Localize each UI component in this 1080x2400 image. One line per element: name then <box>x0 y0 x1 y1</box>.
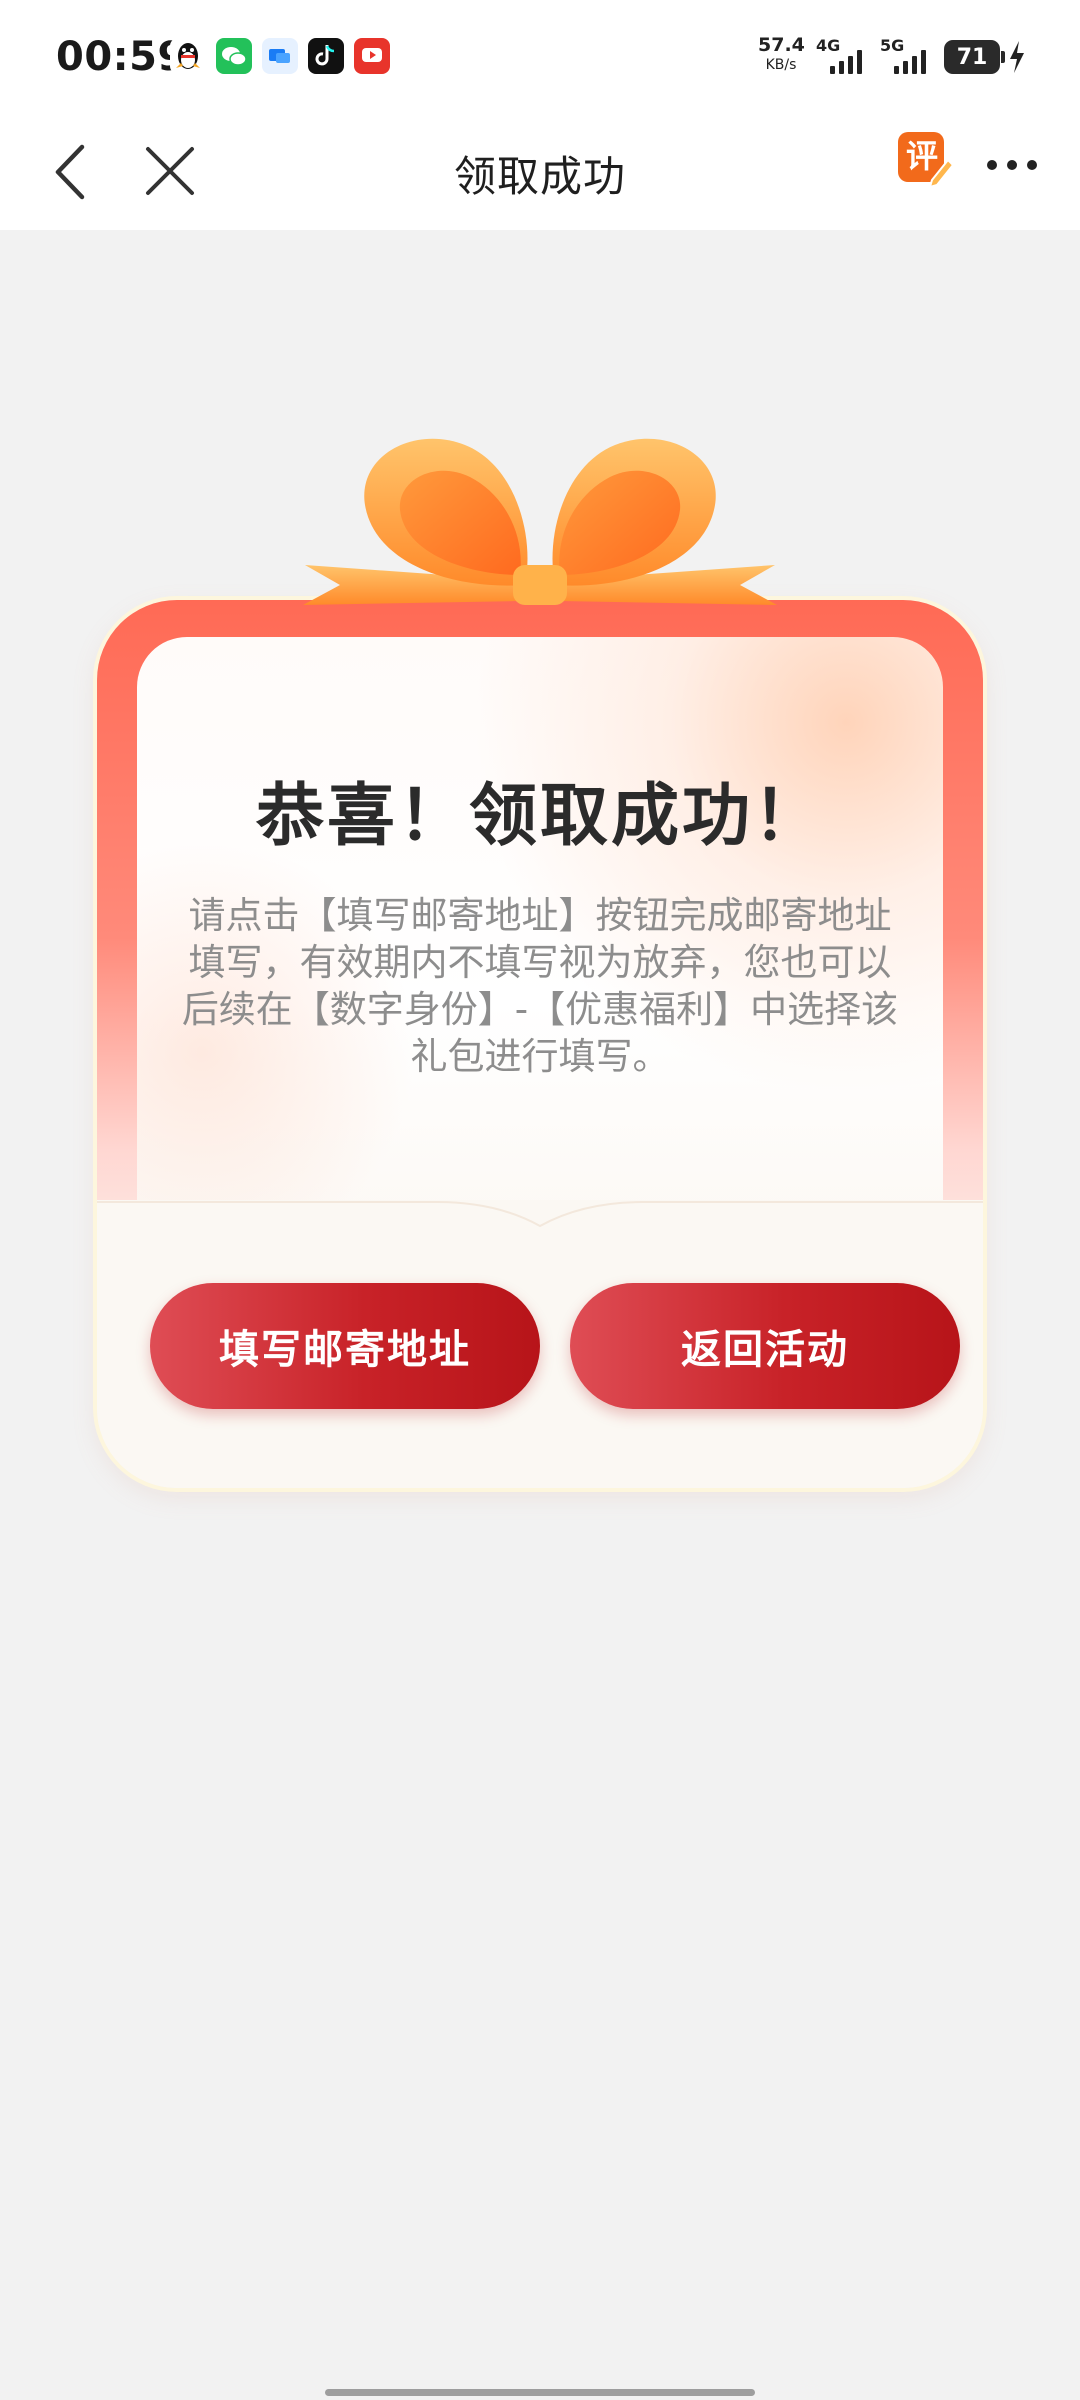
rate-button[interactable]: 评 <box>896 130 955 189</box>
signal-bars-icon <box>894 50 926 74</box>
fill-address-button[interactable]: 填写邮寄地址 <box>150 1283 540 1409</box>
more-horizontal-icon <box>987 160 1037 170</box>
wechat-icon <box>216 38 252 74</box>
network-speed-value: 57.4 <box>758 34 805 56</box>
gift-card: 恭喜！领取成功！ 请点击【填写邮寄地址】按钮完成邮寄地址填写，有效期内不填写视为… <box>97 600 983 1488</box>
network-speed-unit: KB/s <box>765 57 797 73</box>
status-bar: 00:59 57.4 KB/s 4G 5G 71 <box>0 0 1080 115</box>
success-title: 恭喜！领取成功！ <box>255 777 824 856</box>
signal-5g: 5G <box>880 36 936 80</box>
charging-icon <box>1008 40 1026 81</box>
status-time: 00:59 <box>56 34 186 80</box>
return-to-activity-button[interactable]: 返回活动 <box>570 1283 960 1409</box>
more-button[interactable] <box>982 145 1042 185</box>
video-app-icon <box>354 38 390 74</box>
tiktok-icon <box>308 38 344 74</box>
signal-4g: 4G <box>816 36 872 80</box>
network-speed: 57.4 KB/s <box>758 34 805 73</box>
battery-icon: 71 <box>944 40 1005 74</box>
messages-icon <box>262 38 298 74</box>
notification-app-icons <box>170 38 390 74</box>
qq-icon <box>170 38 206 74</box>
card-divider-notch <box>97 1201 983 1240</box>
rate-label: 评 <box>905 137 938 175</box>
navigation-bar: 领取成功 评 <box>0 115 1080 230</box>
gift-bow-icon <box>303 438 777 605</box>
signal-bars-icon <box>830 50 862 74</box>
battery-level: 71 <box>956 44 988 70</box>
home-indicator[interactable] <box>325 2389 755 2396</box>
success-description: 请点击【填写邮寄地址】按钮完成邮寄地址填写，有效期内不填写视为放弃，您也可以后续… <box>181 894 899 1078</box>
